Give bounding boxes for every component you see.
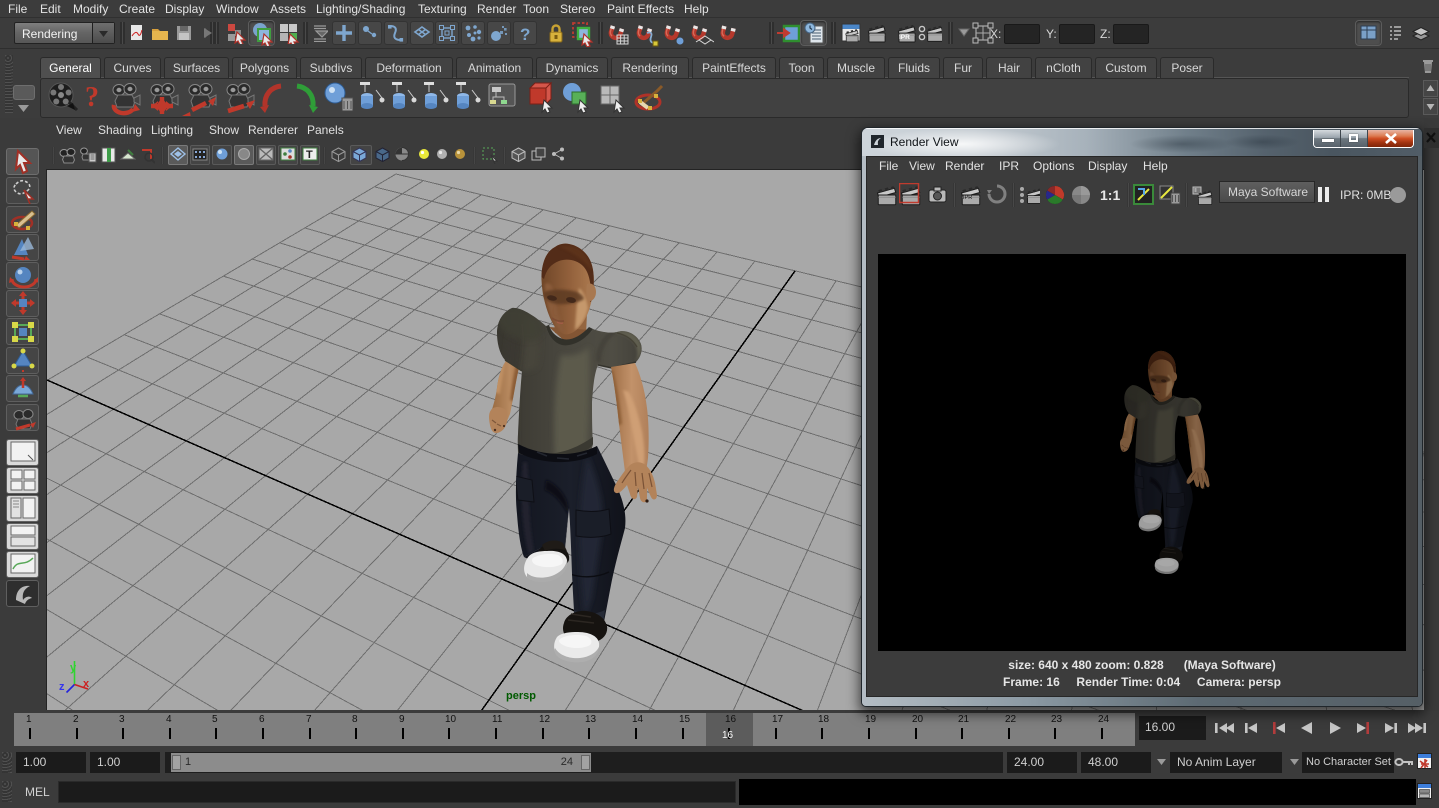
svg-text:?: ? bbox=[520, 25, 530, 43]
svg-text:IPR: IPR bbox=[899, 34, 910, 41]
svg-text:IPR: IPR bbox=[963, 195, 972, 201]
svg-text:?: ? bbox=[85, 82, 99, 113]
